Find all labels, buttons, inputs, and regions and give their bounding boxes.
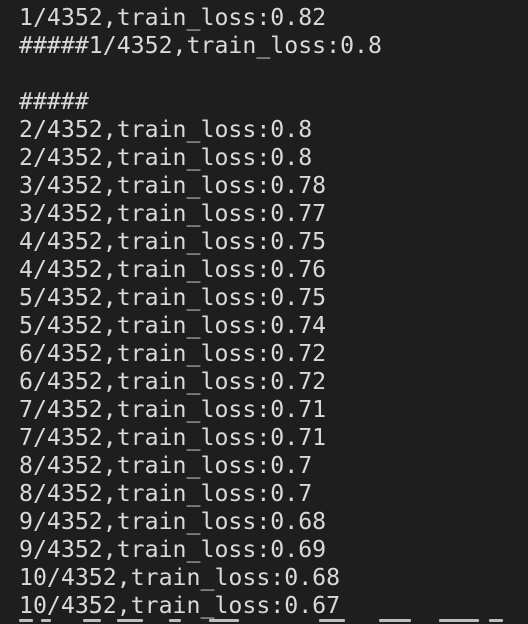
terminal-line: 9/4352,train_loss:0.68 [19, 508, 327, 535]
terminal-line: #####1/4352,train_loss:0.8 [19, 32, 382, 59]
terminal-line: 5/4352,train_loss:0.74 [19, 312, 327, 339]
terminal-line: 2/4352,train_loss:0.8 [19, 116, 313, 143]
terminal-line: 8/4352,train_loss:0.7 [19, 480, 313, 507]
terminal-line: 7/4352,train_loss:0.71 [19, 424, 327, 451]
terminal-line: ##### [19, 88, 89, 115]
terminal-line: 5/4352,train_loss:0.75 [19, 284, 327, 311]
terminal-line: 9/4352,train_loss:0.69 [19, 536, 327, 563]
terminal-line: 6/4352,train_loss:0.72 [19, 340, 327, 367]
terminal-line: 10/4352,train_loss:0.68 [19, 564, 341, 591]
terminal-line: 10/4352,train_loss:0.67 [19, 592, 341, 619]
cut-off-next-line [19, 619, 509, 624]
terminal-line: 3/4352,train_loss:0.78 [19, 172, 327, 199]
terminal-line: 7/4352,train_loss:0.71 [19, 396, 327, 423]
terminal-line: 6/4352,train_loss:0.72 [19, 368, 327, 395]
terminal-line: 8/4352,train_loss:0.7 [19, 452, 313, 479]
terminal-output[interactable]: 1/4352,train_loss:0.82 #####1/4352,train… [0, 0, 528, 624]
terminal-line: 2/4352,train_loss:0.8 [19, 144, 313, 171]
terminal-line: 4/4352,train_loss:0.75 [19, 228, 327, 255]
terminal-line: 4/4352,train_loss:0.76 [19, 256, 327, 283]
terminal-line: 1/4352,train_loss:0.82 [19, 4, 327, 31]
terminal-line: 3/4352,train_loss:0.77 [19, 200, 327, 227]
